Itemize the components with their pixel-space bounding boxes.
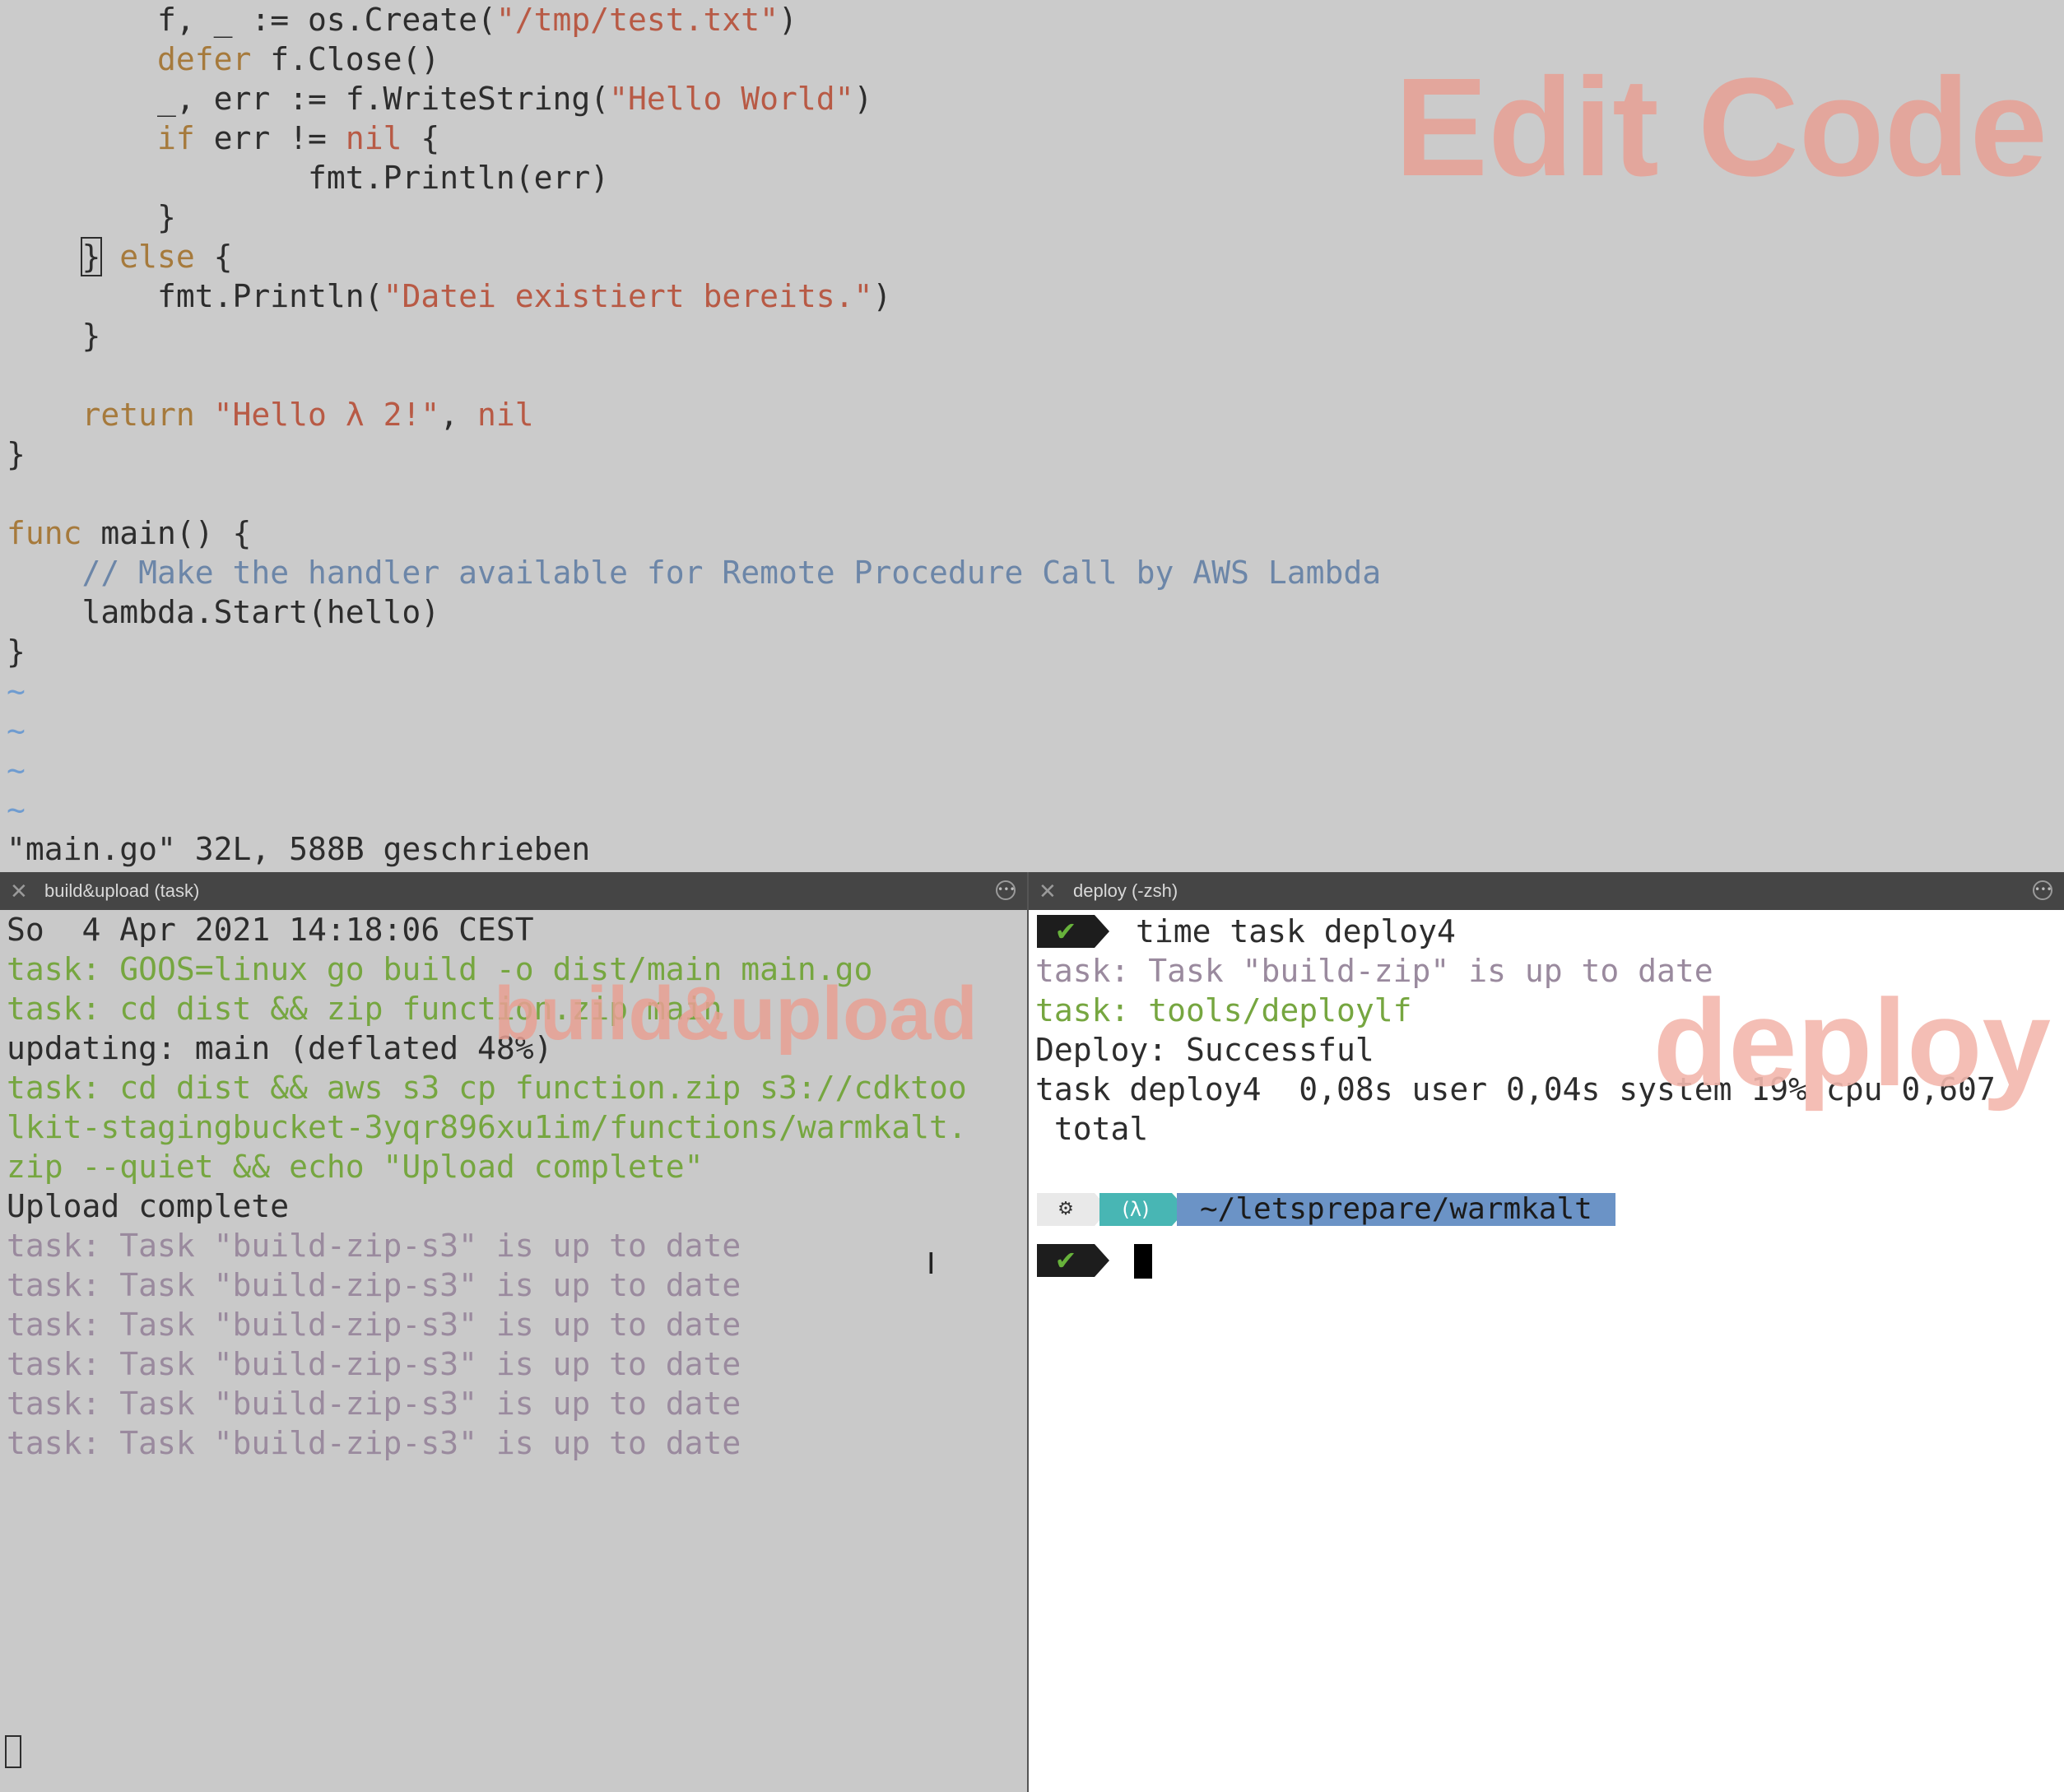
- code-token: ): [853, 81, 873, 117]
- code-token: }: [7, 199, 176, 235]
- code-line: ~: [7, 711, 26, 750]
- code-token: ~: [7, 792, 26, 828]
- code-line: }: [7, 197, 176, 237]
- code-line: return "Hello λ 2!", nil: [7, 395, 534, 434]
- code-line: }: [7, 434, 26, 474]
- terminal-line: updating: main (deflated 48%): [7, 1030, 553, 1066]
- code-token: "Hello World": [609, 81, 854, 117]
- code-token: if: [7, 120, 195, 156]
- ibeam-cursor-icon: I: [927, 1247, 936, 1281]
- segment-arrow: [1095, 915, 1109, 948]
- status-message: "main.go" 32L, 588B geschrieben: [7, 829, 590, 869]
- code-line: ~: [7, 790, 26, 829]
- code-token: ): [872, 278, 892, 314]
- terminal-cursor: [5, 1735, 21, 1768]
- more-options-icon[interactable]: •••: [996, 880, 1016, 900]
- terminal-line: zip --quiet && echo "Upload complete": [7, 1149, 704, 1185]
- terminal-line: task: Task "build-zip-s3" is up to date: [7, 1386, 741, 1422]
- code-line: _, err := f.WriteString("Hello World"): [7, 79, 872, 118]
- close-icon[interactable]: ✕: [10, 872, 28, 910]
- code-token: ,: [439, 397, 477, 433]
- code-line: ~: [7, 671, 26, 711]
- deploy-watermark: deploy: [1653, 973, 2051, 1112]
- terminal-line: task: tools/deploylf: [1035, 992, 1412, 1028]
- code-token: ): [779, 2, 797, 38]
- tab-build-upload[interactable]: ✕ build&upload (task) •••: [0, 872, 1027, 910]
- lambda-icon: (λ): [1099, 1193, 1172, 1226]
- code-token: }: [7, 318, 101, 354]
- code-token: main() {: [81, 515, 252, 551]
- edit-code-watermark: Edit Code: [1394, 49, 2048, 206]
- code-line: }: [7, 632, 26, 671]
- close-icon[interactable]: ✕: [1039, 872, 1057, 910]
- code-token: "Datei existiert bereits.": [383, 278, 873, 314]
- code-token: fmt.Println(: [7, 278, 384, 314]
- code-line: fmt.Println(err): [7, 158, 609, 197]
- terminal-line: task: Task "build-zip-s3" is up to date: [7, 1425, 741, 1461]
- code-token: "Hello λ 2!": [213, 397, 440, 433]
- code-token: fmt.Println(err): [7, 160, 610, 196]
- code-token: err !=: [194, 120, 346, 156]
- terminal-line: task: Task "build-zip-s3" is up to date: [7, 1267, 741, 1303]
- code-token: // Make the handler available for Remote…: [7, 555, 1382, 591]
- code-line: // Make the handler available for Remote…: [7, 553, 1382, 592]
- code-token: }: [7, 634, 26, 670]
- code-token: nil: [476, 397, 534, 433]
- code-token: f.Close(): [251, 41, 440, 77]
- tab-title: deploy (-zsh): [1073, 880, 1178, 901]
- editor-cursor: }: [80, 237, 103, 276]
- code-line: f, _ := os.Create("/tmp/test.txt"): [7, 0, 797, 39]
- code-token: return: [7, 397, 214, 433]
- build-upload-watermark: build&upload: [494, 972, 978, 1056]
- status-ok-icon: ✔: [1037, 915, 1095, 948]
- segment-arrow: [1095, 1244, 1109, 1277]
- terminal-deploy[interactable]: ✔ time task deploy4 task: Task "build-zi…: [1029, 910, 2064, 1792]
- code-line: }: [7, 316, 101, 355]
- code-line: } else {: [7, 237, 233, 276]
- code-token: func: [7, 515, 82, 551]
- code-token: "/tmp/test.txt": [495, 2, 779, 38]
- aws-icon: ⚙: [1037, 1193, 1095, 1226]
- code-line: lambda.Start(hello): [7, 592, 440, 632]
- terminal-build-upload[interactable]: So 4 Apr 2021 14:18:06 CEST task: GOOS=li…: [0, 910, 1027, 1792]
- terminal-line: Upload complete: [7, 1188, 290, 1224]
- terminal-line: task: Task "build-zip-s3" is up to date: [7, 1346, 741, 1382]
- code-line: if err != nil {: [7, 118, 439, 158]
- code-line: fmt.Println("Datei existiert bereits."): [7, 276, 891, 316]
- command-line: time task deploy4: [1136, 913, 1456, 949]
- tab-deploy[interactable]: ✕ deploy (-zsh) •••: [1029, 872, 2064, 910]
- code-token: nil: [345, 120, 402, 156]
- terminal-line: lkit-stagingbucket-3yqr896xu1im/function…: [7, 1109, 967, 1145]
- code-line: ~: [7, 750, 26, 790]
- terminal-line: task: Task "build-zip-s3" is up to date: [7, 1307, 741, 1343]
- code-token: defer: [7, 41, 252, 77]
- code-token: _, err := f.WriteString(: [7, 81, 610, 117]
- code-token: }: [7, 436, 26, 472]
- code-token: ~: [7, 713, 26, 749]
- code-token: {: [194, 239, 233, 275]
- terminal-line: So 4 Apr 2021 14:18:06 CEST: [7, 912, 534, 948]
- code-line: defer f.Close(): [7, 39, 439, 79]
- tab-title: build&upload (task): [44, 880, 200, 901]
- terminal-line: total: [1035, 1111, 1149, 1147]
- code-token: {: [402, 120, 440, 156]
- more-options-icon[interactable]: •••: [2033, 880, 2052, 900]
- terminal-cursor: [1134, 1244, 1152, 1279]
- code-token: ~: [7, 673, 26, 709]
- code-token: f, _ := os.Create(: [7, 2, 496, 38]
- terminal-line: task: Task "build-zip" is up to date: [1035, 953, 1713, 989]
- prompt-bar: ⚙ (λ) ~/letsprepare/warmkalt: [1037, 1190, 2064, 1229]
- code-token: else: [100, 239, 195, 275]
- terminal-line: Deploy: Successful: [1035, 1032, 1374, 1068]
- code-token: "main.go" 32L, 588B geschrieben: [7, 831, 591, 867]
- code-line: func main() {: [7, 513, 251, 553]
- vim-editor-pane[interactable]: Edit Code f, _ := os.Create("/tmp/test.t…: [0, 0, 2064, 872]
- status-ok-icon: ✔: [1037, 1244, 1095, 1277]
- terminal-line: task: Task "build-zip-s3" is up to date: [7, 1228, 741, 1264]
- code-token: lambda.Start(hello): [7, 594, 440, 630]
- terminal-line: task: cd dist && aws s3 cp function.zip …: [7, 1070, 967, 1106]
- prompt-path: ~/letsprepare/warmkalt: [1177, 1193, 1615, 1226]
- code-token: ~: [7, 752, 26, 788]
